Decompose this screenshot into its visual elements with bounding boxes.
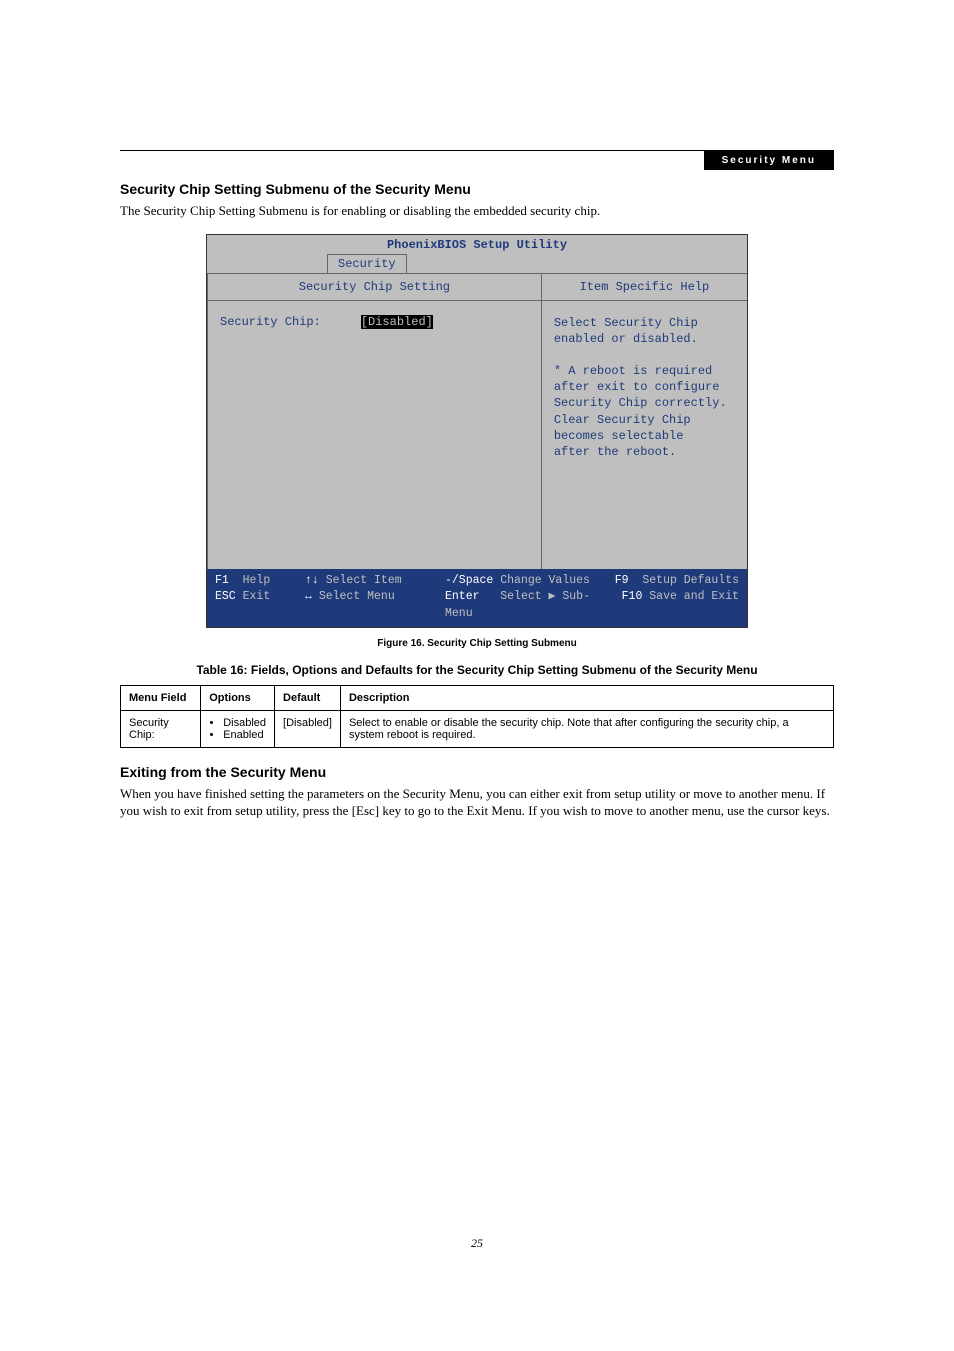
- bios-help-line: after exit to configure: [554, 379, 735, 395]
- opt-enabled: Enabled: [223, 729, 266, 741]
- th-default: Default: [275, 685, 341, 710]
- bios-key-f9: F9: [615, 574, 629, 587]
- bios-help-line: enabled or disabled.: [554, 331, 735, 347]
- bios-tab-security: Security: [327, 254, 407, 273]
- bios-act-defaults: Setup Defaults: [642, 574, 739, 587]
- section1-title: Security Chip Setting Submenu of the Sec…: [120, 181, 834, 197]
- bios-help-line: [554, 347, 735, 363]
- bios-help-body: Select Security Chip enabled or disabled…: [542, 301, 747, 569]
- td-field: Security Chip:: [121, 710, 201, 747]
- bios-key-enter: Enter: [445, 590, 480, 603]
- bios-help-line: becomes selectable: [554, 428, 735, 444]
- opt-disabled: Disabled: [223, 717, 266, 729]
- td-desc: Select to enable or disable the security…: [340, 710, 833, 747]
- th-description: Description: [340, 685, 833, 710]
- bios-help-line: * A reboot is required: [554, 363, 735, 379]
- bios-key-lr: ↔: [305, 590, 312, 603]
- td-options: Disabled Enabled: [201, 710, 275, 747]
- bios-field-label: Security Chip:: [220, 315, 321, 329]
- header-tag: Security Menu: [704, 151, 834, 170]
- bios-right-header: Item Specific Help: [542, 274, 747, 301]
- bios-help-line: Select Security Chip: [554, 315, 735, 331]
- section2-body: When you have finished setting the param…: [120, 785, 834, 820]
- td-default: [Disabled]: [275, 710, 341, 747]
- bios-left-header: Security Chip Setting: [207, 274, 541, 301]
- table-caption: Table 16: Fields, Options and Defaults f…: [120, 663, 834, 677]
- bios-act-save: Save and Exit: [649, 590, 739, 603]
- bios-act-exit: Exit: [243, 590, 271, 603]
- bios-tabbar: Security: [207, 252, 747, 273]
- bios-field-value: [Disabled]: [361, 315, 433, 329]
- bios-footer: F1 Help ↑↓ Select Item -/Space Change Va…: [207, 569, 747, 627]
- bios-act-selmenu: Select Menu: [319, 590, 395, 603]
- bios-act-help: Help: [243, 574, 271, 587]
- page-number: 25: [0, 1236, 954, 1251]
- bios-key-space: -/Space: [445, 574, 493, 587]
- bios-key-esc: ESC: [215, 590, 236, 603]
- bios-field-row: Security Chip: [Disabled]: [220, 315, 529, 329]
- header-rule: Security Menu: [120, 150, 834, 169]
- bios-key-f1: F1: [215, 574, 229, 587]
- th-options: Options: [201, 685, 275, 710]
- bios-screenshot: PhoenixBIOS Setup Utility Security Secur…: [206, 234, 748, 628]
- bios-key-ud: ↑↓: [305, 574, 319, 587]
- bios-help-line: Clear Security Chip: [554, 412, 735, 428]
- figure-caption: Figure 16. Security Chip Setting Submenu: [120, 638, 834, 649]
- bios-utility-title: PhoenixBIOS Setup Utility: [207, 235, 747, 252]
- section1-intro: The Security Chip Setting Submenu is for…: [120, 202, 834, 220]
- options-table: Menu Field Options Default Description S…: [120, 685, 834, 748]
- bios-key-f10: F10: [622, 590, 643, 603]
- section2-title: Exiting from the Security Menu: [120, 764, 834, 780]
- th-menu-field: Menu Field: [121, 685, 201, 710]
- bios-help-line: after the reboot.: [554, 444, 735, 460]
- bios-act-change: Change Values: [500, 574, 590, 587]
- table-header-row: Menu Field Options Default Description: [121, 685, 834, 710]
- bios-help-line: Security Chip correctly.: [554, 395, 735, 411]
- bios-act-selitem: Select Item: [326, 574, 402, 587]
- table-row: Security Chip: Disabled Enabled [Disable…: [121, 710, 834, 747]
